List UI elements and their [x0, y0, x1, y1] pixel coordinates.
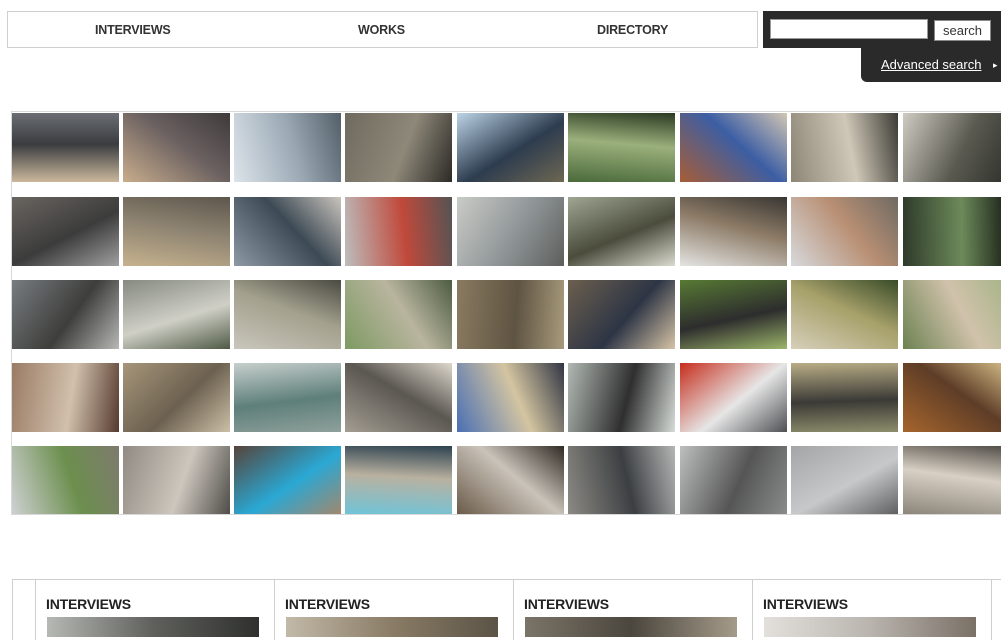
thumbnail-image[interactable] — [791, 446, 898, 514]
thumbnail-image[interactable] — [345, 280, 452, 349]
arrow-right-icon: ▸ — [993, 60, 998, 70]
thumbnail-image[interactable] — [791, 113, 898, 182]
thumbnail-image[interactable] — [123, 280, 230, 349]
thumbnail-image[interactable] — [234, 113, 341, 182]
thumbnail-image[interactable] — [12, 113, 119, 182]
thumbnail-image[interactable] — [568, 363, 675, 432]
main-nav: INTERVIEWS WORKS DIRECTORY — [7, 11, 758, 48]
card-image[interactable] — [47, 617, 259, 637]
nav-directory-link[interactable]: DIRECTORY — [597, 12, 668, 47]
thumbnail-image[interactable] — [123, 197, 230, 266]
thumbnail-image[interactable] — [568, 446, 675, 514]
thumbnail-image[interactable] — [680, 197, 787, 266]
thumbnail-image[interactable] — [903, 197, 1001, 266]
thumbnail-image[interactable] — [457, 446, 564, 514]
thumbnail-image[interactable] — [123, 446, 230, 514]
interview-card[interactable]: INTERVIEWS — [753, 580, 992, 640]
thumbnail-image[interactable] — [457, 197, 564, 266]
search-box: search — [763, 11, 1001, 48]
thumbnail-image[interactable] — [903, 363, 1001, 432]
thumbnail-image[interactable] — [680, 280, 787, 349]
thumbnail-image[interactable] — [123, 113, 230, 182]
thumbnail-image[interactable] — [234, 363, 341, 432]
interviews-strip: INTERVIEWS INTERVIEWS INTERVIEWS INTERVI… — [12, 579, 1001, 640]
thumbnail-image[interactable] — [903, 113, 1001, 182]
interview-card[interactable]: INTERVIEWS — [275, 580, 514, 640]
interview-card[interactable]: INTERVIEWS — [36, 580, 275, 640]
thumbnail-image[interactable] — [12, 363, 119, 432]
thumbnail-image[interactable] — [680, 363, 787, 432]
thumbnail-image[interactable] — [791, 280, 898, 349]
card-title: INTERVIEWS — [285, 596, 370, 612]
thumbnail-image[interactable] — [457, 280, 564, 349]
thumbnail-grid — [11, 111, 1001, 515]
thumbnail-image[interactable] — [791, 197, 898, 266]
card-image[interactable] — [525, 617, 737, 637]
nav-works-link[interactable]: WORKS — [358, 12, 405, 47]
search-input[interactable] — [770, 19, 928, 39]
strip-left-handle — [12, 580, 36, 640]
thumbnail-image[interactable] — [903, 446, 1001, 514]
advanced-search-tab: Advanced search ▸ — [861, 48, 1001, 82]
search-button[interactable]: search — [934, 20, 991, 41]
thumbnail-image[interactable] — [903, 280, 1001, 349]
thumbnail-image[interactable] — [12, 446, 119, 514]
thumbnail-image[interactable] — [234, 446, 341, 514]
thumbnail-image[interactable] — [568, 113, 675, 182]
thumbnail-image[interactable] — [12, 280, 119, 349]
thumbnail-image[interactable] — [234, 197, 341, 266]
card-title: INTERVIEWS — [46, 596, 131, 612]
thumbnail-image[interactable] — [457, 363, 564, 432]
nav-interviews-link[interactable]: INTERVIEWS — [95, 12, 171, 47]
card-image[interactable] — [764, 617, 976, 637]
thumbnail-image[interactable] — [791, 363, 898, 432]
thumbnail-image[interactable] — [345, 446, 452, 514]
thumbnail-image[interactable] — [345, 113, 452, 182]
interview-card[interactable]: INTERVIEWS — [514, 580, 753, 640]
advanced-search-link[interactable]: Advanced search — [881, 57, 981, 72]
thumbnail-image[interactable] — [345, 363, 452, 432]
thumbnail-image[interactable] — [568, 197, 675, 266]
card-title: INTERVIEWS — [524, 596, 609, 612]
thumbnail-image[interactable] — [680, 446, 787, 514]
thumbnail-image[interactable] — [234, 280, 341, 349]
thumbnail-image[interactable] — [123, 363, 230, 432]
card-title: INTERVIEWS — [763, 596, 848, 612]
thumbnail-image[interactable] — [12, 197, 119, 266]
thumbnail-image[interactable] — [680, 113, 787, 182]
thumbnail-image[interactable] — [457, 113, 564, 182]
card-image[interactable] — [286, 617, 498, 637]
thumbnail-image[interactable] — [568, 280, 675, 349]
thumbnail-image[interactable] — [345, 197, 452, 266]
